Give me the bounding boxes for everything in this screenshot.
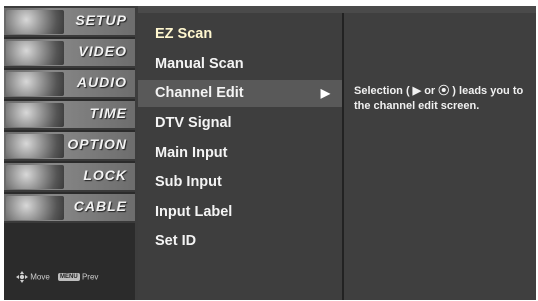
menu-item-label: EZ Scan: [155, 26, 213, 42]
menu-item-ez-scan[interactable]: EZ Scan: [138, 21, 342, 48]
audio-icon: [6, 72, 64, 96]
menu-key-icon: MENU: [58, 273, 80, 281]
category-video[interactable]: VIDEO: [4, 39, 135, 68]
category-label: LOCK: [83, 167, 127, 183]
category-cable[interactable]: CABLE: [4, 194, 135, 223]
menu-item-label: Sub Input: [155, 174, 222, 190]
time-icon: [6, 103, 64, 127]
arrow-right-icon: ▶: [320, 86, 330, 100]
menu-item-label: Channel Edit: [155, 85, 244, 101]
menu-item-set-id[interactable]: Set ID: [138, 228, 342, 255]
help-text: Selection ( ▶ or ⦿ ) leads you to the ch…: [354, 85, 524, 112]
lock-icon: [6, 165, 64, 189]
category-time[interactable]: TIME: [4, 101, 135, 130]
category-label: TIME: [89, 105, 127, 121]
category-menu: SETUP VIDEO AUDIO TIME OPTION LOCK CABLE…: [4, 8, 135, 300]
menu-item-label: Set ID: [155, 233, 197, 249]
submenu-panel: EZ Scan Manual Scan Channel Edit ▶ DTV S…: [138, 13, 342, 300]
menu-item-main-input[interactable]: Main Input: [138, 140, 342, 167]
category-label: AUDIO: [76, 74, 127, 90]
menu-item-dtv-signal[interactable]: DTV Signal: [138, 110, 342, 137]
prev-label: Prev: [81, 272, 99, 282]
navigation-legend: Move MENU Prev: [16, 271, 136, 287]
move-label: Move: [30, 272, 50, 282]
video-icon: [6, 41, 64, 65]
setup-icon: [6, 10, 64, 34]
category-option[interactable]: OPTION: [4, 132, 135, 161]
top-strip: [138, 6, 536, 13]
category-label: OPTION: [67, 136, 127, 152]
category-audio[interactable]: AUDIO: [4, 70, 135, 99]
category-lock[interactable]: LOCK: [4, 163, 135, 192]
menu-item-sub-input[interactable]: Sub Input: [138, 169, 342, 196]
category-label: SETUP: [75, 12, 127, 28]
help-panel: Selection ( ▶ or ⦿ ) leads you to the ch…: [344, 13, 536, 300]
cable-icon: [6, 196, 64, 220]
category-setup[interactable]: SETUP: [4, 8, 135, 37]
menu-item-manual-scan[interactable]: Manual Scan: [138, 51, 342, 78]
menu-item-input-label[interactable]: Input Label: [138, 199, 342, 226]
menu-item-label: DTV Signal: [155, 115, 232, 131]
move-icon: [16, 271, 28, 283]
menu-item-channel-edit[interactable]: Channel Edit ▶: [138, 80, 342, 107]
menu-item-label: Main Input: [155, 145, 228, 161]
menu-item-label: Input Label: [155, 204, 233, 220]
option-icon: [6, 134, 64, 158]
category-label: VIDEO: [78, 43, 127, 59]
menu-item-label: Manual Scan: [155, 56, 244, 72]
category-label: CABLE: [73, 198, 127, 214]
